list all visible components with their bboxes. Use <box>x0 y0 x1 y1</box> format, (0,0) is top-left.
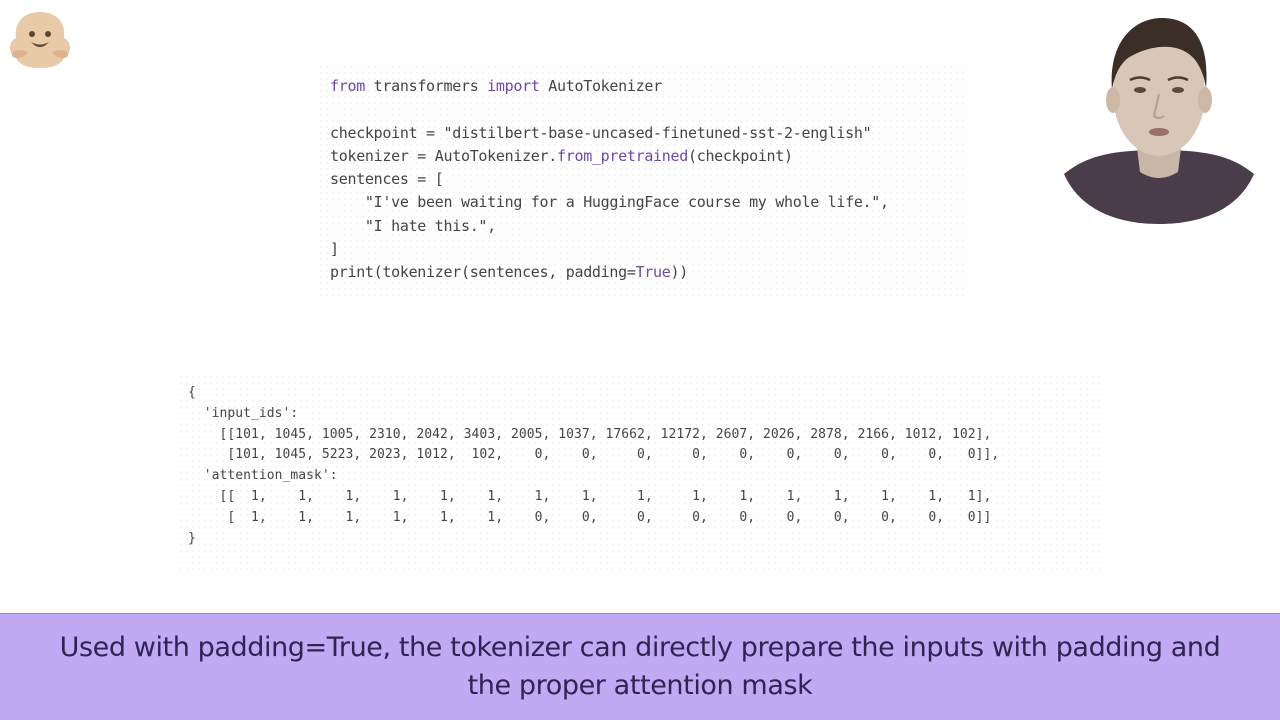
output-text: { 'input_ids': [[101, 1045, 1005, 2310, … <box>188 383 999 549</box>
code-token: sentences = [ <box>330 170 444 189</box>
code-token: transformers <box>364 77 488 95</box>
caption-line-1: Used with padding=True, the tokenizer ca… <box>59 632 1221 663</box>
code-keyword: import <box>487 77 540 95</box>
code-line: sentences = [ <box>330 168 889 191</box>
hugging-face-logo-icon <box>6 8 74 68</box>
code-token: "I hate this.", <box>330 216 496 235</box>
output-line: 'attention_mask': <box>188 468 338 484</box>
code-snippet: from transformers import AutoTokenizer ch… <box>318 64 964 300</box>
code-token: checkpoint = "distilbert-base-uncased-fi… <box>330 123 872 142</box>
output-line: } <box>188 530 196 546</box>
code-keyword: True <box>635 263 671 282</box>
output-line: [101, 1045, 5223, 2023, 1012, 102, 0, 0,… <box>188 447 1000 463</box>
caption-text: Used with padding=True, the tokenizer ca… <box>30 629 1250 705</box>
code-line: print(tokenizer(sentences, padding=True)… <box>330 261 889 284</box>
presenter-video <box>1064 12 1254 224</box>
output-line: { <box>188 385 196 400</box>
code-line: tokenizer = AutoTokenizer.from_pretraine… <box>330 145 889 168</box>
output-line: [[ 1, 1, 1, 1, 1, 1, 1, 1, 1, 1, 1, 1, 1… <box>188 488 992 504</box>
code-line: ] <box>330 238 889 261</box>
code-token: )) <box>670 263 689 282</box>
code-token: (checkpoint) <box>687 146 793 165</box>
output-snippet: { 'input_ids': [[101, 1045, 1005, 2310, … <box>178 374 1100 570</box>
caption-line-2: the proper attention mask <box>467 670 813 701</box>
code-text: from transformers import AutoTokenizer ch… <box>330 75 889 285</box>
code-token: AutoTokenizer <box>539 77 662 95</box>
code-token: "I've been waiting for a HuggingFace cou… <box>330 193 889 212</box>
output-line: [[101, 1045, 1005, 2310, 2042, 3403, 200… <box>188 426 992 442</box>
code-token: print(tokenizer(sentences, padding= <box>330 263 636 282</box>
output-line: 'input_ids': <box>188 405 299 421</box>
code-keyword: from_pretrained <box>557 146 688 165</box>
code-line: "I hate this.", <box>330 215 889 238</box>
code-line: checkpoint = "distilbert-base-uncased-fi… <box>330 122 889 145</box>
caption-bar: Used with padding=True, the tokenizer ca… <box>0 613 1280 720</box>
code-token: tokenizer = AutoTokenizer. <box>330 146 558 165</box>
code-line: from transformers import AutoTokenizer <box>330 75 889 98</box>
code-line: "I've been waiting for a HuggingFace cou… <box>330 191 889 214</box>
code-token: ] <box>330 240 339 259</box>
code-keyword: from <box>330 77 365 95</box>
output-line: [ 1, 1, 1, 1, 1, 1, 0, 0, 0, 0, 0, 0, 0,… <box>188 509 992 525</box>
